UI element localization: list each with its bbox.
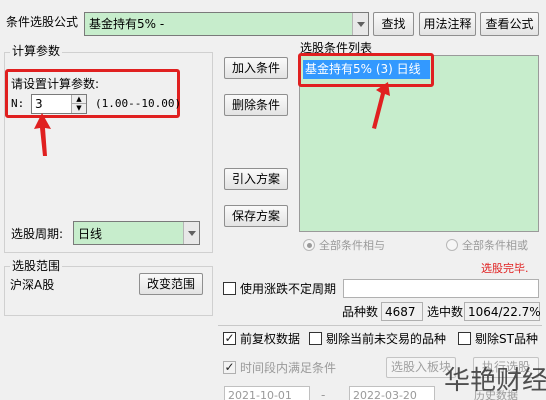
count-value: 4687	[385, 305, 416, 319]
formula-combo[interactable]: 基金持有5% -	[84, 12, 369, 36]
date-from-value: 2021-10-01	[228, 389, 292, 400]
time-range-checkbox[interactable]	[223, 360, 236, 374]
exclude-st-label: 剔除ST品种	[475, 332, 538, 346]
exclude-untraded-label: 剔除当前未交易的品种	[326, 332, 447, 346]
divider	[218, 325, 542, 326]
param-prompt: 请设置计算参数:	[11, 77, 100, 91]
date-to-input[interactable]: 2022-03-20	[349, 386, 435, 400]
period-label: 选股周期:	[11, 227, 64, 241]
add-condition-button[interactable]: 加入条件	[224, 57, 288, 79]
period-select-value: 日线	[78, 227, 103, 241]
prev-adjust-label: 前复权数据	[240, 332, 301, 346]
annotation-arrow-right	[372, 82, 390, 129]
prev-adjust-checkbox[interactable]	[223, 331, 236, 345]
chevron-down-icon[interactable]	[183, 222, 199, 244]
radio-all-or-label: 全部条件相或	[462, 239, 528, 252]
radio-all-and-label: 全部条件相与	[319, 239, 385, 252]
exclude-st-checkbox[interactable]	[458, 332, 471, 345]
selected-label: 选中数	[427, 305, 464, 319]
usage-note-button[interactable]: 用法注释	[419, 12, 476, 36]
radio-all-and[interactable]	[303, 239, 315, 251]
param-n-label: N:	[11, 97, 25, 110]
delete-condition-button[interactable]: 删除条件	[224, 94, 288, 116]
save-scheme-button[interactable]: 保存方案	[224, 205, 288, 227]
param-n-value: 3	[35, 97, 43, 111]
uncertain-period-label: 使用涨跌不定周期	[240, 282, 337, 296]
range-value: 沪深A股	[10, 278, 55, 292]
count-value-box: 4687	[381, 302, 423, 321]
radio-all-or[interactable]	[446, 239, 458, 251]
watermark: 华艳财经	[444, 366, 546, 396]
chevron-down-icon[interactable]	[352, 13, 368, 35]
formula-label: 条件选股公式	[6, 15, 79, 29]
change-range-button[interactable]: 改变范围	[139, 273, 203, 295]
date-from-input[interactable]: 2021-10-01	[224, 386, 310, 400]
period-select[interactable]: 日线	[73, 221, 200, 245]
date-to-value: 2022-03-20	[353, 389, 417, 400]
range-group-title: 选股范围	[10, 259, 63, 273]
param-n-range: (1.00--10.00)	[95, 97, 182, 110]
selection-done-status: 选股完毕.	[481, 262, 529, 275]
exclude-untraded-checkbox[interactable]	[309, 332, 322, 345]
uncertain-period-input[interactable]	[343, 279, 539, 298]
selected-value-box: 1064/22.7%	[464, 302, 541, 321]
date-separator: -	[321, 388, 326, 400]
selected-value: 1064/22.7%	[468, 305, 541, 319]
view-formula-button[interactable]: 查看公式	[480, 12, 539, 36]
params-group-title: 计算参数	[10, 44, 63, 58]
uncertain-period-checkbox[interactable]	[223, 282, 236, 295]
stepper-up-icon[interactable]: ▲	[71, 95, 86, 104]
formula-combo-value: 基金持有5% -	[89, 17, 165, 31]
param-n-stepper[interactable]: 3 ▲ ▼	[31, 94, 87, 114]
find-button[interactable]: 查找	[373, 12, 414, 36]
stepper-down-icon[interactable]: ▼	[71, 104, 86, 113]
count-label: 品种数	[342, 305, 379, 319]
time-range-label: 时间段内满足条件	[240, 361, 337, 375]
annotation-arrow-left	[34, 113, 51, 156]
import-scheme-button[interactable]: 引入方案	[224, 168, 288, 190]
